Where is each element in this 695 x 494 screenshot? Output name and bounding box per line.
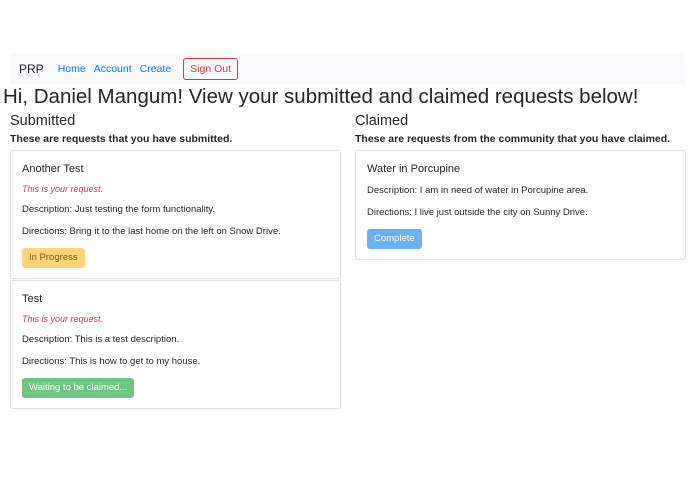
card-directions: Directions: This is how to get to my hou… bbox=[22, 356, 201, 367]
claimed-section: Claimed These are requests from the comm… bbox=[355, 112, 686, 260]
card-description: Description: Just testing the form funct… bbox=[22, 204, 216, 215]
claimed-list: Water in Porcupine Description: I am in … bbox=[355, 150, 686, 260]
card-directions: Directions: Bring it to the last home on… bbox=[22, 226, 281, 237]
submitted-section: Submitted These are requests that you ha… bbox=[10, 112, 341, 409]
status-badge-in-progress[interactable]: In Progress bbox=[22, 248, 85, 268]
card-title: Test bbox=[22, 293, 43, 305]
card-description: Description: I am in need of water in Po… bbox=[367, 185, 589, 196]
request-card: Test This is your request. Description: … bbox=[10, 280, 341, 409]
card-description: Description: This is a test description. bbox=[22, 334, 180, 345]
submitted-list: Another Test This is your request. Descr… bbox=[10, 150, 341, 409]
claimed-subtitle: These are requests from the community th… bbox=[355, 133, 671, 145]
submitted-subtitle: These are requests that you have submitt… bbox=[10, 133, 233, 145]
navbar: PRP Home Account Create Sign Out bbox=[10, 53, 685, 84]
status-badge-waiting[interactable]: Waiting to be claimed... bbox=[22, 378, 135, 398]
claimed-card: Water in Porcupine Description: I am in … bbox=[355, 150, 686, 260]
card-directions: Directions: I live just outside the city… bbox=[367, 207, 588, 218]
complete-button[interactable]: Complete bbox=[367, 229, 422, 249]
nav-link-home[interactable]: Home bbox=[58, 63, 86, 75]
page-title: Hi, Daniel Mangum! View your submitted a… bbox=[3, 85, 639, 108]
card-title: Another Test bbox=[22, 163, 84, 175]
sign-out-button[interactable]: Sign Out bbox=[183, 57, 239, 80]
submitted-title: Submitted bbox=[10, 113, 76, 129]
card-title: Water in Porcupine bbox=[367, 163, 461, 175]
your-request-note: This is your request. bbox=[22, 184, 104, 194]
nav-link-account[interactable]: Account bbox=[94, 63, 132, 75]
request-card: Another Test This is your request. Descr… bbox=[10, 150, 341, 279]
nav-link-create[interactable]: Create bbox=[140, 63, 172, 75]
claimed-title: Claimed bbox=[355, 113, 409, 129]
your-request-note: This is your request. bbox=[22, 314, 104, 324]
brand-logo[interactable]: PRP bbox=[19, 62, 44, 76]
